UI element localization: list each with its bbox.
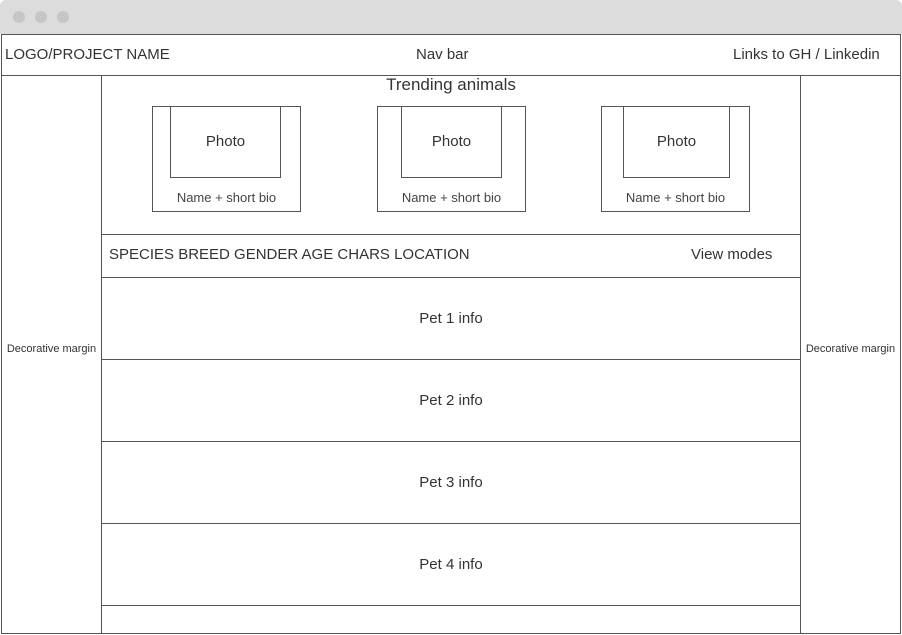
photo-label: Photo [205,133,246,150]
pet-row[interactable]: Pet 1 info [102,310,800,327]
divider [101,359,801,360]
window-close-button[interactable] [13,11,25,23]
divider [101,277,801,278]
view-modes-toggle[interactable]: View modes [691,246,772,263]
pet-row[interactable]: Pet 3 info [102,474,800,491]
trending-title: Trending animals [386,75,516,94]
pet-row[interactable]: Pet 2 info [102,392,800,409]
window-maximize-button[interactable] [57,11,69,23]
photo-label: Photo [656,133,697,150]
left-margin-divider [101,76,102,634]
card-caption: Name + short bio [625,190,726,205]
photo-label: Photo [431,133,472,150]
window-minimize-button[interactable] [35,11,47,23]
right-decorative-margin: Decorative margin [805,343,896,355]
divider [101,605,801,606]
card-caption: Name + short bio [401,190,502,205]
divider [101,441,801,442]
right-margin-divider [800,76,801,634]
logo-project-name[interactable]: LOGO/PROJECT NAME [5,47,170,62]
divider [101,234,801,235]
filter-labels[interactable]: SPECIES BREED GENDER AGE CHARS LOCATION [109,246,470,263]
window-titlebar [0,0,902,34]
left-decorative-margin: Decorative margin [6,343,97,355]
pet-row[interactable]: Pet 4 info [102,556,800,573]
nav-bar-label: Nav bar [416,46,469,63]
card-caption: Name + short bio [176,190,277,205]
divider [101,523,801,524]
social-links[interactable]: Links to GH / Linkedin [733,47,880,62]
